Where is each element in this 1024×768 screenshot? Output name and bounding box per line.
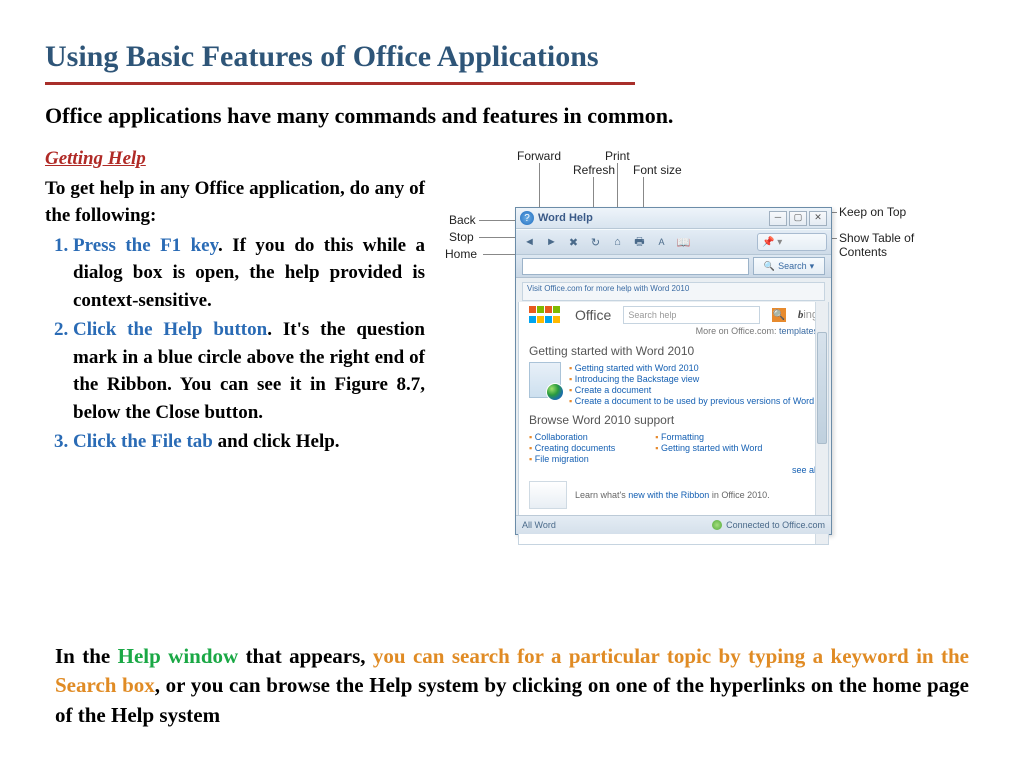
- back-button[interactable]: ◄: [520, 233, 539, 252]
- help-icon: ?: [520, 211, 534, 225]
- search-dropdown-label: Search: [778, 261, 807, 271]
- office-brand-row: Office Search help 🔍 bing: [529, 306, 818, 324]
- toc-button[interactable]: 📖: [674, 233, 693, 252]
- ribbon-promo: Learn what's new with the Ribbon in Offi…: [529, 481, 818, 509]
- steps-list: Press the F1 key. If you do this while a…: [45, 232, 425, 456]
- callout-print: Print: [605, 149, 630, 163]
- toolbar-search-input[interactable]: [522, 258, 749, 275]
- callout-home: Home: [445, 247, 477, 261]
- status-scope[interactable]: All Word: [522, 520, 556, 530]
- step-2: Click the Help button. It's the question…: [73, 316, 425, 426]
- bp-help-window: Help window: [118, 644, 239, 668]
- callout-keepontop: Keep on Top: [839, 205, 906, 219]
- line-back: [479, 220, 519, 221]
- help-content-area: Office Search help 🔍 bing More on Office…: [518, 302, 829, 545]
- link-create-document[interactable]: Create a document: [575, 385, 652, 395]
- connected-icon: [712, 520, 722, 530]
- link-getting-started-word[interactable]: Getting started with Word: [655, 443, 762, 453]
- window-controls: ─ ▢ ✕: [769, 211, 827, 226]
- home-button[interactable]: ⌂: [608, 233, 627, 252]
- templates-link[interactable]: templates: [779, 326, 818, 336]
- help-window-title: Word Help: [538, 212, 593, 224]
- step-1: Press the F1 key. If you do this while a…: [73, 232, 425, 315]
- section-getting-started: Getting started with Word 2010: [529, 344, 818, 358]
- bp-5: , or you can browse the Help system by c…: [55, 673, 969, 726]
- callout-back: Back: [449, 213, 476, 227]
- help-searchbar: 🔍 Search ▾: [516, 255, 831, 278]
- link-collaboration[interactable]: Collaboration: [529, 432, 615, 442]
- help-window: ? Word Help ─ ▢ ✕ ◄ ► ✖ ↻ ⌂ 🖶 A �: [515, 207, 832, 535]
- step-1-key: Press the F1 key: [73, 235, 218, 256]
- step-3: Click the File tab and click Help.: [73, 428, 425, 456]
- help-lead: To get help in any Office application, d…: [45, 175, 425, 230]
- keep-on-top-toggle[interactable]: 📌 ▾: [757, 233, 827, 251]
- status-connection: Connected to Office.com: [726, 520, 825, 530]
- bp-3: that appears,: [238, 644, 373, 668]
- help-statusbar: All Word Connected to Office.com: [516, 515, 831, 534]
- office-logo-icon: [529, 306, 563, 324]
- see-all-row: see all: [529, 465, 818, 475]
- maximize-button[interactable]: ▢: [789, 211, 807, 226]
- content-search-input[interactable]: Search help: [623, 306, 760, 324]
- scrollbar[interactable]: [815, 302, 828, 544]
- stop-button[interactable]: ✖: [564, 233, 583, 252]
- link-file-migration[interactable]: File migration: [529, 454, 615, 464]
- office-brand-text: Office: [575, 307, 611, 323]
- search-go-icon[interactable]: 🔍: [772, 308, 786, 322]
- font-size-button[interactable]: A: [652, 233, 671, 252]
- bottom-paragraph: In the Help window that appears, you can…: [55, 642, 969, 730]
- breadcrumb-link[interactable]: Visit Office.com for more help with Word…: [522, 282, 825, 301]
- section-browse-support: Browse Word 2010 support: [529, 413, 818, 427]
- more-on-office-row: More on Office.com: templates: [529, 326, 818, 336]
- callout-forward: Forward: [517, 149, 561, 163]
- callout-stop: Stop: [449, 230, 474, 244]
- ribbon-promo-text-a: Learn what's: [575, 490, 628, 500]
- scrollbar-thumb[interactable]: [817, 332, 827, 444]
- step-3-key: Click the File tab: [73, 431, 213, 452]
- page-title: Using Basic Features of Office Applicati…: [45, 40, 979, 74]
- link-previous-versions[interactable]: Create a document to be used by previous…: [575, 396, 814, 406]
- link-formatting[interactable]: Formatting: [655, 432, 762, 442]
- help-titlebar: ? Word Help ─ ▢ ✕: [516, 208, 831, 229]
- callout-refresh: Refresh: [573, 163, 615, 177]
- link-getting-started[interactable]: Getting started with Word 2010: [575, 363, 699, 373]
- callout-fontsize: Font size: [633, 163, 682, 177]
- forward-button[interactable]: ►: [542, 233, 561, 252]
- refresh-button[interactable]: ↻: [586, 233, 605, 252]
- browse-links: Collaboration Creating documents File mi…: [529, 431, 818, 465]
- help-toolbar: ◄ ► ✖ ↻ ⌂ 🖶 A 📖 📌 ▾: [516, 229, 831, 255]
- step-3-rest: and click Help.: [213, 431, 340, 452]
- more-label: More on Office.com:: [696, 326, 777, 336]
- search-dropdown-button[interactable]: 🔍 Search ▾: [753, 257, 825, 275]
- print-button[interactable]: 🖶: [630, 233, 649, 252]
- intro-text: Office applications have many commands a…: [45, 103, 979, 129]
- title-underline: [45, 82, 635, 85]
- ribbon-promo-text-c: in Office 2010.: [709, 490, 769, 500]
- close-button[interactable]: ✕: [809, 211, 827, 226]
- ribbon-promo-icon: [529, 481, 567, 509]
- link-creating-documents[interactable]: Creating documents: [529, 443, 615, 453]
- document-globe-icon: [529, 362, 561, 398]
- section-heading: Getting Help: [45, 148, 146, 169]
- ribbon-promo-link[interactable]: new with the Ribbon: [628, 490, 709, 500]
- bp-1: In the: [55, 644, 118, 668]
- minimize-button[interactable]: ─: [769, 211, 787, 226]
- step-2-key: Click the Help button: [73, 319, 267, 340]
- link-backstage-view[interactable]: Introducing the Backstage view: [575, 374, 700, 384]
- getting-started-links: Getting started with Word 2010 Introduci…: [529, 363, 818, 406]
- callout-showtoc: Show Table of Contents: [839, 231, 929, 259]
